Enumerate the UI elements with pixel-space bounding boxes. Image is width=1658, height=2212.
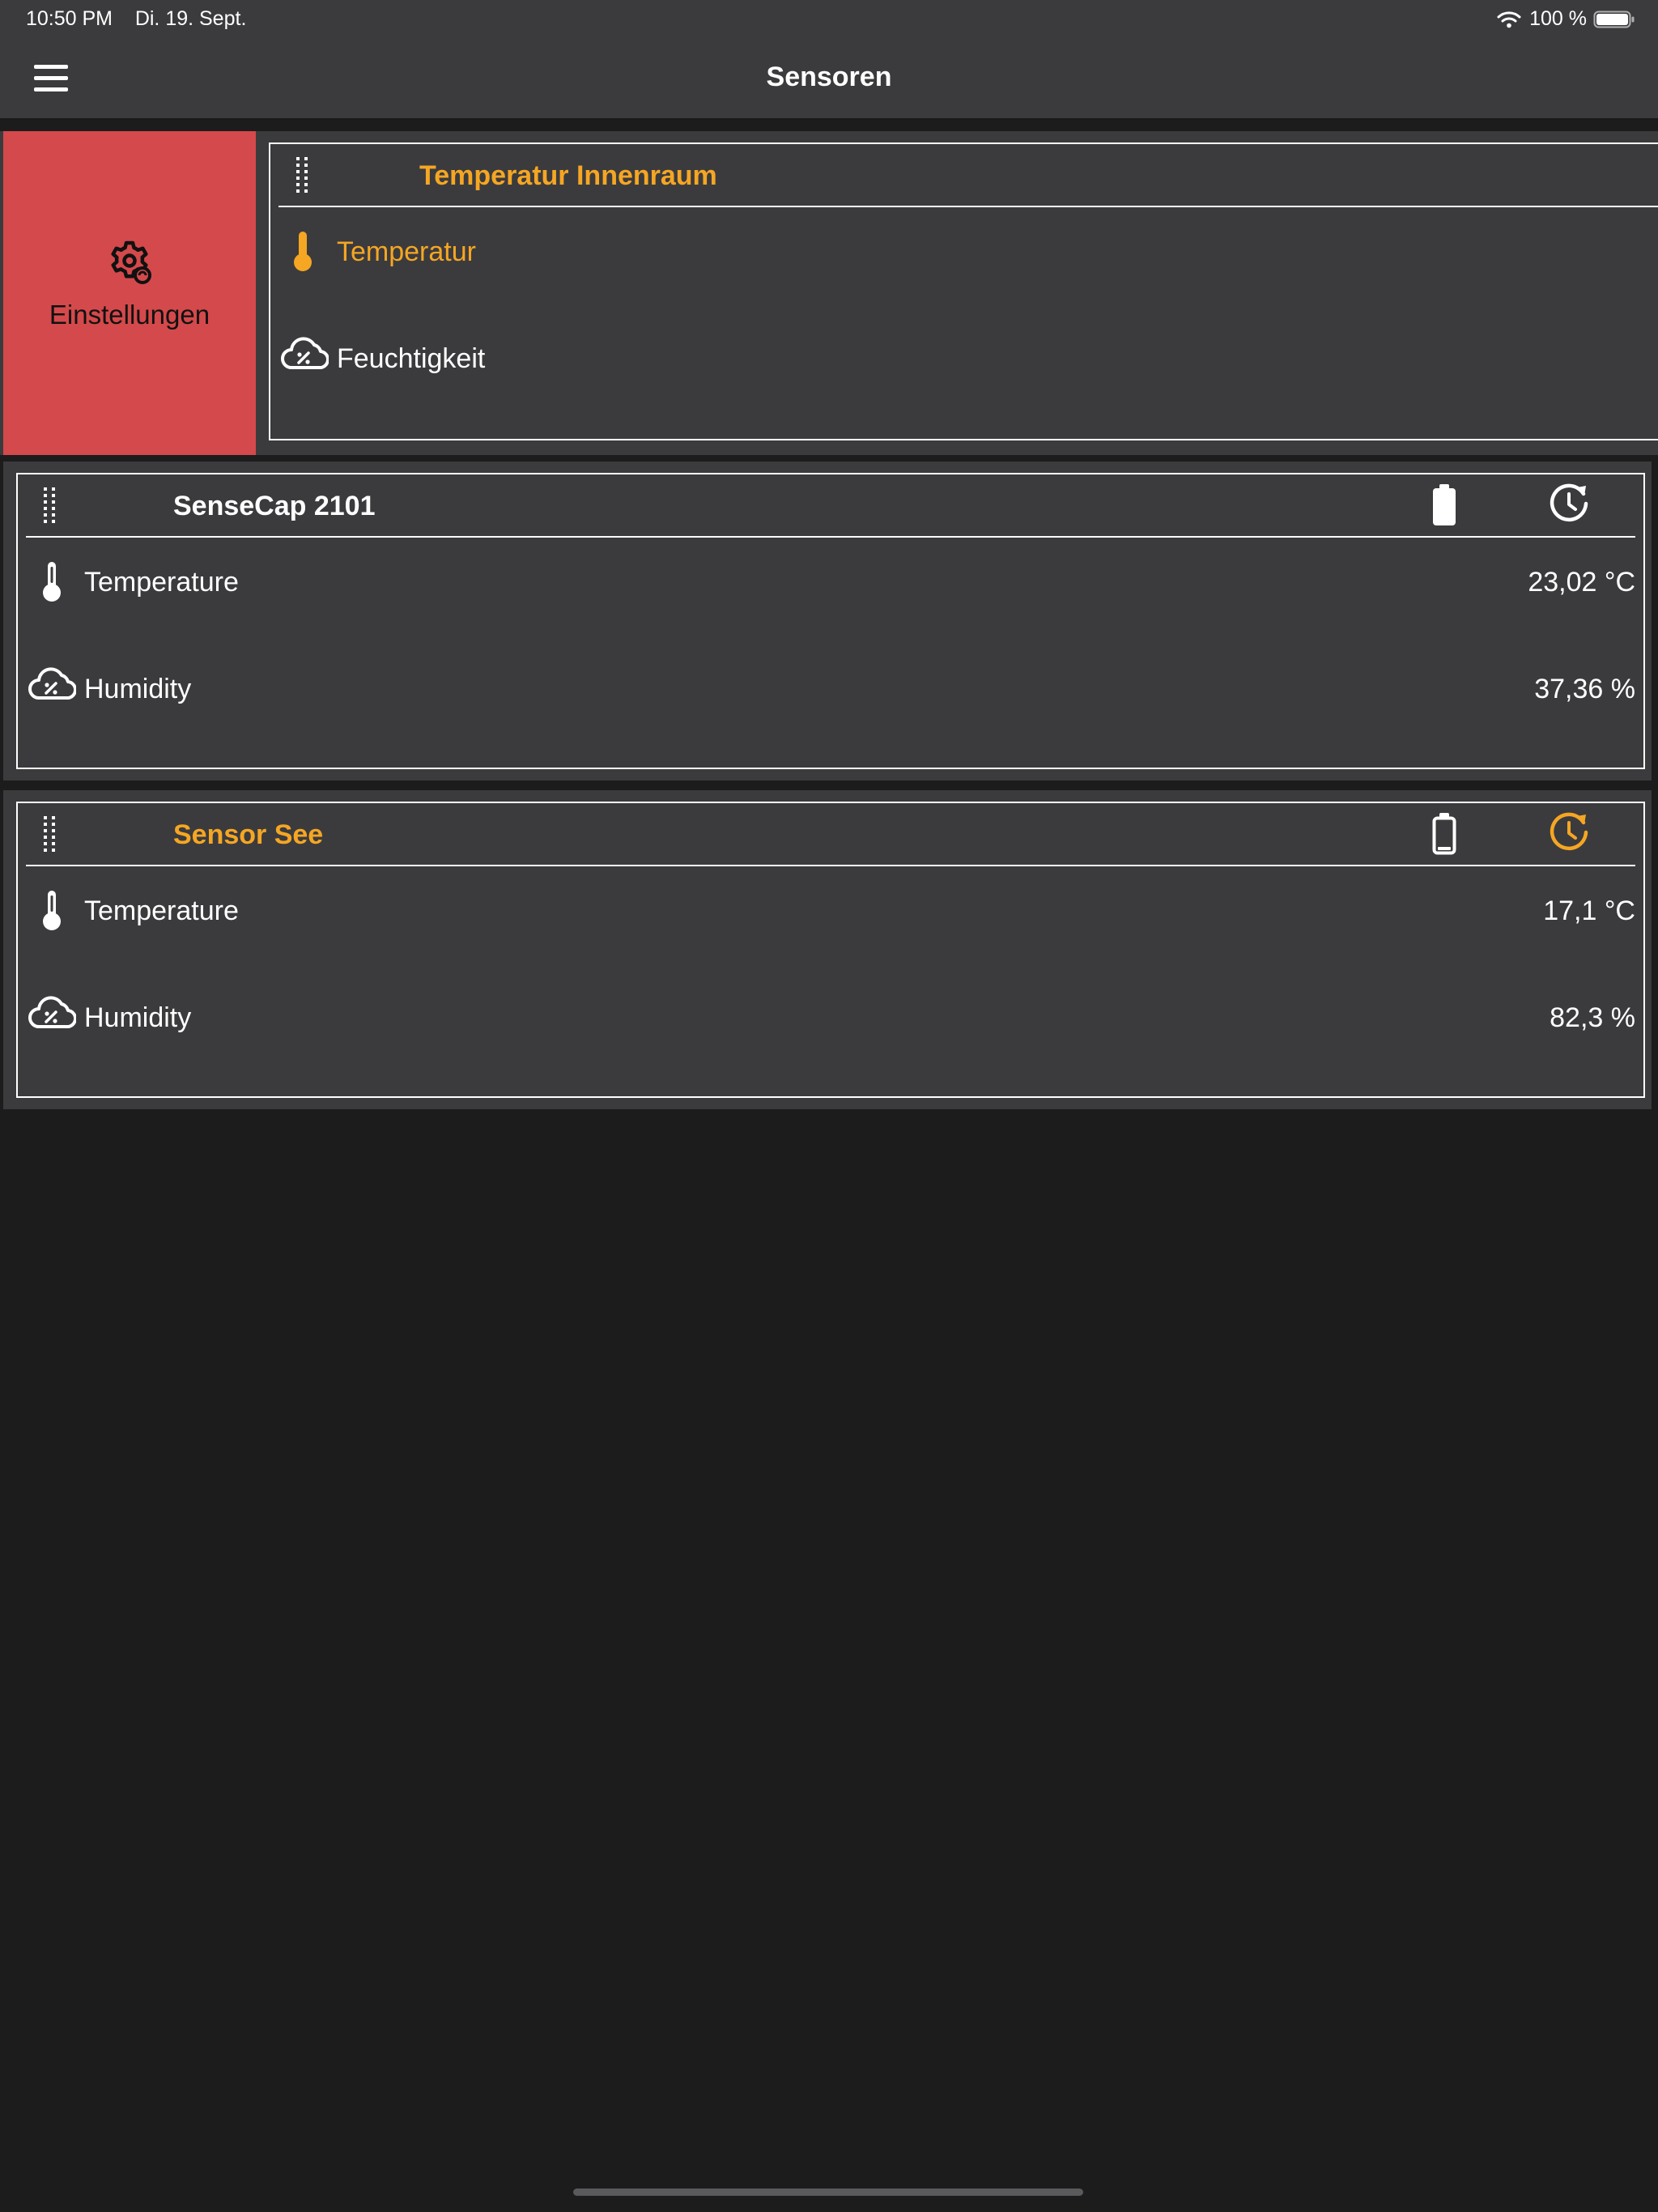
reading-row: Temperature 17,1 °C [18, 866, 1643, 955]
home-indicator[interactable] [573, 2189, 1083, 2196]
wifi-icon [1497, 11, 1521, 28]
reading-value: 82,3 % [1550, 1002, 1635, 1033]
sensor-card-header: Temperatur Innenraum [278, 144, 1658, 207]
sensor-card-header: Sensor See [26, 803, 1635, 866]
sensor-card-0[interactable]: Temperatur Innenraum Temperatur Feuchtig… [269, 143, 1658, 440]
page-title: Sensoren [766, 62, 892, 92]
thermometer-icon [43, 562, 61, 602]
reading-value: 17,1 °C [1543, 895, 1635, 926]
sensor-card-2[interactable]: Sensor See Temperature 17,1 °C Humidity … [16, 802, 1645, 1098]
reading-row: Feuchtigkeit [270, 314, 1658, 403]
settings-swipe-label: Einstellungen [49, 300, 210, 330]
thermometer-icon [43, 891, 61, 930]
history-icon[interactable] [1548, 811, 1590, 853]
settings-swipe-action[interactable]: Einstellungen [3, 131, 256, 455]
sensor-row-swiped: Einstellungen Temperatur Innenraum Tempe… [0, 131, 1658, 455]
battery-low-icon [1432, 813, 1456, 855]
humidity-cloud-icon [28, 996, 76, 1029]
drag-handle-icon[interactable] [295, 155, 311, 196]
sensor-card-1[interactable]: SenseCap 2101 Temperature 23,02 °C Humid… [16, 473, 1645, 769]
reading-label: Humidity [84, 1002, 192, 1033]
sensor-name: SenseCap 2101 [173, 491, 376, 521]
sensor-name: Temperatur Innenraum [419, 160, 717, 191]
reading-label: Temperature [84, 567, 239, 598]
status-date: Di. 19. Sept. [134, 7, 247, 30]
sensor-card-header: SenseCap 2101 [26, 474, 1635, 538]
thermometer-icon [294, 232, 312, 271]
reading-row: Temperature 23,02 °C [18, 538, 1643, 627]
reading-row: Humidity 37,36 % [18, 644, 1643, 734]
status-bar: 10:50 PM Di. 19. Sept. 100 % [0, 0, 1658, 40]
reading-row: Temperatur [270, 207, 1658, 296]
sensor-row: SenseCap 2101 Temperature 23,02 °C Humid… [3, 462, 1652, 781]
battery-full-icon [1433, 484, 1456, 525]
drag-handle-icon[interactable] [42, 815, 58, 855]
reading-label: Temperatur [337, 236, 476, 267]
drag-handle-icon[interactable] [42, 486, 58, 526]
reading-value: 37,36 % [1534, 674, 1635, 704]
reading-label: Feuchtigkeit [337, 343, 486, 374]
status-battery-icon [1593, 10, 1635, 29]
sensor-name: Sensor See [173, 819, 324, 850]
battery-percent: 100 % [1529, 7, 1587, 30]
humidity-cloud-icon [281, 337, 329, 370]
reading-label: Humidity [84, 674, 192, 704]
gear-icon [111, 240, 151, 284]
reading-label: Temperature [84, 895, 239, 926]
reading-value: 23,02 °C [1528, 567, 1635, 598]
humidity-cloud-icon [28, 667, 76, 700]
reading-row: Humidity 82,3 % [18, 973, 1643, 1062]
nav-bar: Sensoren [0, 40, 1658, 120]
status-time: 10:50 PM [26, 7, 113, 30]
history-icon[interactable] [1548, 483, 1590, 525]
sensor-row: Sensor See Temperature 17,1 °C Humidity … [3, 790, 1652, 1109]
